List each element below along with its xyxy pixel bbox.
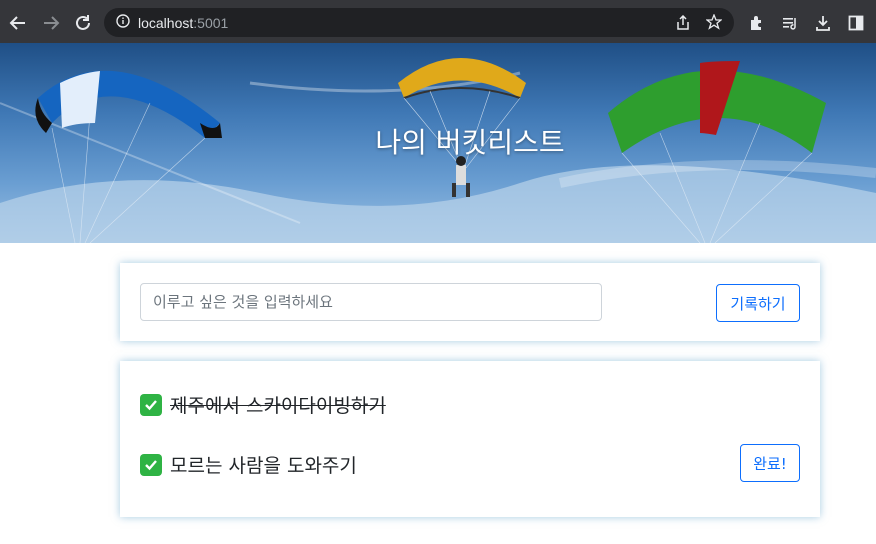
browser-toolbar: localhost:5001	[0, 0, 876, 43]
list-item: 제주에서 스카이다이빙하기	[140, 391, 386, 418]
side-panel-icon[interactable]	[844, 11, 868, 35]
bookmark-star-icon[interactable]	[705, 13, 723, 34]
save-button[interactable]: 기록하기	[716, 284, 800, 322]
url-host: localhost	[138, 14, 194, 31]
share-icon[interactable]	[676, 14, 690, 35]
complete-button[interactable]: 완료!	[740, 444, 800, 482]
hero-banner: 나의 버킷리스트	[0, 43, 876, 243]
url-port: :5001	[193, 14, 229, 31]
bucket-text-done: 제주에서 스카이다이빙하기	[170, 395, 386, 417]
bucket-input[interactable]	[140, 283, 602, 321]
skydiver	[452, 156, 470, 197]
address-bar[interactable]: localhost:5001	[104, 8, 734, 37]
check-mark-icon	[140, 393, 162, 416]
bucket-form-card: 기록하기	[120, 263, 820, 341]
forward-arrow-icon[interactable]	[39, 11, 63, 35]
download-icon[interactable]	[811, 11, 835, 35]
bucket-text: 모르는 사람을 도와주기	[170, 455, 357, 477]
back-arrow-icon[interactable]	[6, 11, 30, 35]
url-text: localhost:5001	[138, 15, 228, 31]
bucket-list-card: 제주에서 스카이다이빙하기 모르는 사람을 도와주기 완료!	[120, 361, 820, 517]
extensions-icon[interactable]	[745, 11, 769, 35]
check-mark-icon	[140, 453, 162, 476]
list-item: 모르는 사람을 도와주기	[140, 451, 357, 478]
info-icon[interactable]	[116, 13, 130, 32]
page-title: 나의 버킷리스트	[375, 126, 565, 159]
reading-list-icon[interactable]	[778, 11, 802, 35]
reload-icon[interactable]	[71, 11, 95, 35]
